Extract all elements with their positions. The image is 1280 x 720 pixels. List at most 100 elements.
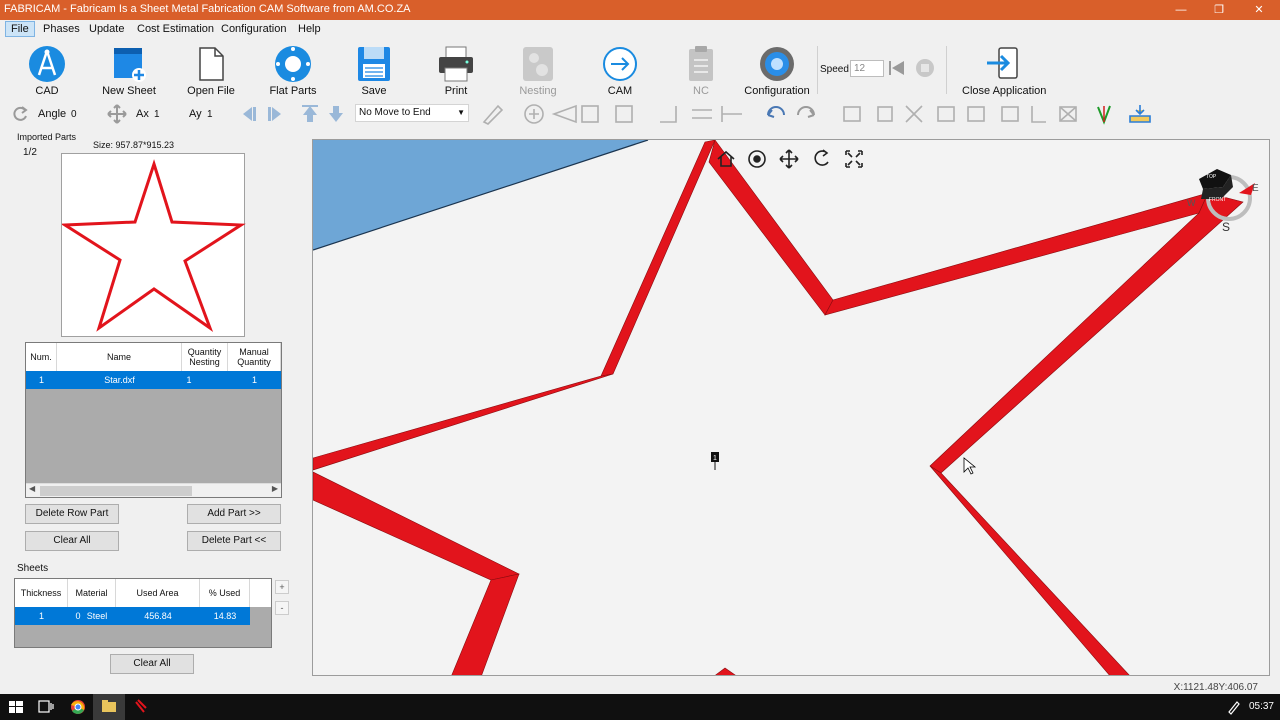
chevron-down-icon: ▼ — [457, 108, 465, 117]
undo-icon — [767, 106, 785, 118]
floppy-disk-icon — [358, 47, 390, 81]
layers-icon — [843, 106, 861, 122]
delete-row-part-button[interactable]: Delete Row Part — [25, 504, 119, 524]
new-sheet-icon — [114, 48, 146, 82]
menu-file[interactable]: File — [5, 21, 35, 37]
remove-sheet-button[interactable]: - — [275, 601, 289, 615]
menu-phases[interactable]: Phases — [38, 21, 85, 37]
add-part-button[interactable]: Add Part >> — [187, 504, 281, 524]
angle-label: Angle — [38, 108, 67, 120]
edit-icons-group — [482, 104, 1151, 125]
table-row[interactable]: 1 0 Steel 456.84 14.83 — [15, 607, 250, 625]
flat-parts-icon — [275, 46, 311, 82]
top-icon — [302, 105, 318, 122]
nc-button[interactable]: NC — [661, 40, 741, 98]
speed-select[interactable]: 12 — [850, 60, 884, 77]
col-material: Material — [68, 579, 116, 607]
task-view-icon[interactable] — [30, 694, 62, 720]
table-row[interactable]: 1 Star.dxf 1 1 — [26, 371, 281, 389]
chrome-icon[interactable] — [62, 694, 94, 720]
parts-table: Num. Name Quantity Nesting Manual Quanti… — [25, 342, 282, 498]
delete-part-button[interactable]: Delete Part << — [187, 531, 281, 551]
add-sheet-button[interactable]: + — [275, 580, 289, 594]
minimize-button[interactable]: — — [1162, 0, 1200, 20]
cam-button[interactable]: CAM — [580, 40, 660, 98]
nesting-view: 1 — [313, 140, 1244, 675]
clipboard-icon — [689, 46, 713, 81]
nesting-button[interactable]: Nesting — [498, 40, 578, 98]
pan-icon — [779, 149, 799, 169]
menu-configuration[interactable]: Configuration — [216, 21, 291, 37]
ax-label: Ax — [136, 108, 149, 120]
cursor-icon — [963, 457, 977, 475]
frame-icon — [1001, 106, 1019, 122]
cube-front-label: FRONT — [1209, 197, 1227, 203]
scroll-left-icon[interactable]: ◀ — [29, 484, 35, 493]
save-button[interactable]: Save — [334, 40, 414, 98]
compass-south-label: S — [1222, 220, 1231, 234]
redo-icon — [797, 106, 815, 118]
imported-parts-title: Imported Parts — [17, 132, 77, 142]
open-file-button[interactable]: Open File — [171, 40, 251, 98]
home-icon — [717, 150, 735, 167]
rotate-view-icon — [814, 149, 829, 166]
cad-button[interactable]: CAD — [7, 40, 87, 98]
title-bar: FABRICAM - Fabricam Is a Sheet Metal Fab… — [0, 0, 1280, 20]
close-button[interactable]: ✕ — [1240, 0, 1278, 20]
col-percent-used: % Used — [200, 579, 250, 607]
flat-parts-button[interactable]: Flat Parts — [253, 40, 333, 98]
bottom-icon — [329, 106, 343, 122]
ay-input[interactable]: 1 — [205, 106, 235, 123]
stop-icon[interactable] — [914, 58, 936, 78]
gear-icon — [760, 47, 794, 81]
windows-start-icon[interactable] — [0, 694, 32, 720]
cursor-coordinates: X:1121.48Y:406.07 — [1173, 682, 1258, 693]
printer-icon — [439, 46, 473, 82]
nest-alt-icon — [967, 106, 985, 122]
parts-page-indicator: 1/2 — [23, 147, 37, 158]
arrow-right-icon — [603, 47, 637, 81]
fabricam-app-icon[interactable] — [124, 694, 156, 720]
taskbar: 05:37 — [0, 694, 1280, 720]
scroll-thumb[interactable] — [40, 486, 192, 496]
menu-update[interactable]: Update — [84, 21, 129, 37]
explorer-icon[interactable] — [93, 694, 125, 720]
new-sheet-button[interactable]: New Sheet — [89, 40, 169, 98]
skip-back-icon[interactable] — [887, 59, 907, 77]
ax-input[interactable]: 1 — [152, 106, 182, 123]
window-title: FABRICAM - Fabricam Is a Sheet Metal Fab… — [4, 3, 411, 15]
scroll-right-icon[interactable]: ▶ — [272, 484, 278, 493]
menu-cost-estimation[interactable]: Cost Estimation — [132, 21, 219, 37]
menu-help[interactable]: Help — [293, 21, 326, 37]
rotate-icon[interactable] — [10, 104, 30, 124]
export-icon — [1129, 105, 1151, 123]
col-thickness: Thickness — [15, 579, 68, 607]
triangle-icon — [551, 104, 577, 124]
nest-icon — [937, 106, 955, 122]
main-toolbar: CAD New Sheet Open File Flat Parts Save … — [0, 38, 1280, 100]
menu-bar: File Phases Update Cost Estimation Confi… — [0, 20, 1280, 38]
parts-table-header: Num. Name Quantity Nesting Manual Quanti… — [26, 343, 281, 371]
move-icon[interactable] — [106, 103, 128, 125]
drawing-canvas[interactable]: 1 TOP FRONT E W S — [312, 139, 1270, 676]
fullscreen-icon — [845, 150, 863, 168]
restore-button[interactable]: ❐ — [1200, 0, 1238, 20]
part-size-label: Size: 957.87*915.23 — [93, 140, 175, 150]
pen-icon[interactable] — [1226, 699, 1242, 715]
arrow-buttons-group — [243, 105, 343, 122]
angle-input[interactable]: 0 — [69, 106, 99, 123]
file-icon — [199, 47, 224, 81]
move-mode-select[interactable]: No Move to End ▼ — [355, 104, 469, 122]
close-application-button[interactable]: Close Application — [962, 40, 1046, 98]
compass-west-label: W — [1187, 198, 1196, 208]
print-button[interactable]: Print — [416, 40, 496, 98]
horizontal-scrollbar[interactable]: ◀ ▶ — [26, 483, 281, 497]
clear-all-sheets-button[interactable]: Clear All — [110, 654, 194, 674]
speed-label: Speed — [820, 64, 849, 75]
clear-all-parts-button[interactable]: Clear All — [25, 531, 119, 551]
col-used-area: Used Area — [116, 579, 200, 607]
col-name: Name — [57, 343, 182, 371]
configuration-button[interactable]: Configuration — [737, 40, 817, 98]
part-preview — [60, 153, 246, 337]
align-icon — [692, 109, 712, 119]
